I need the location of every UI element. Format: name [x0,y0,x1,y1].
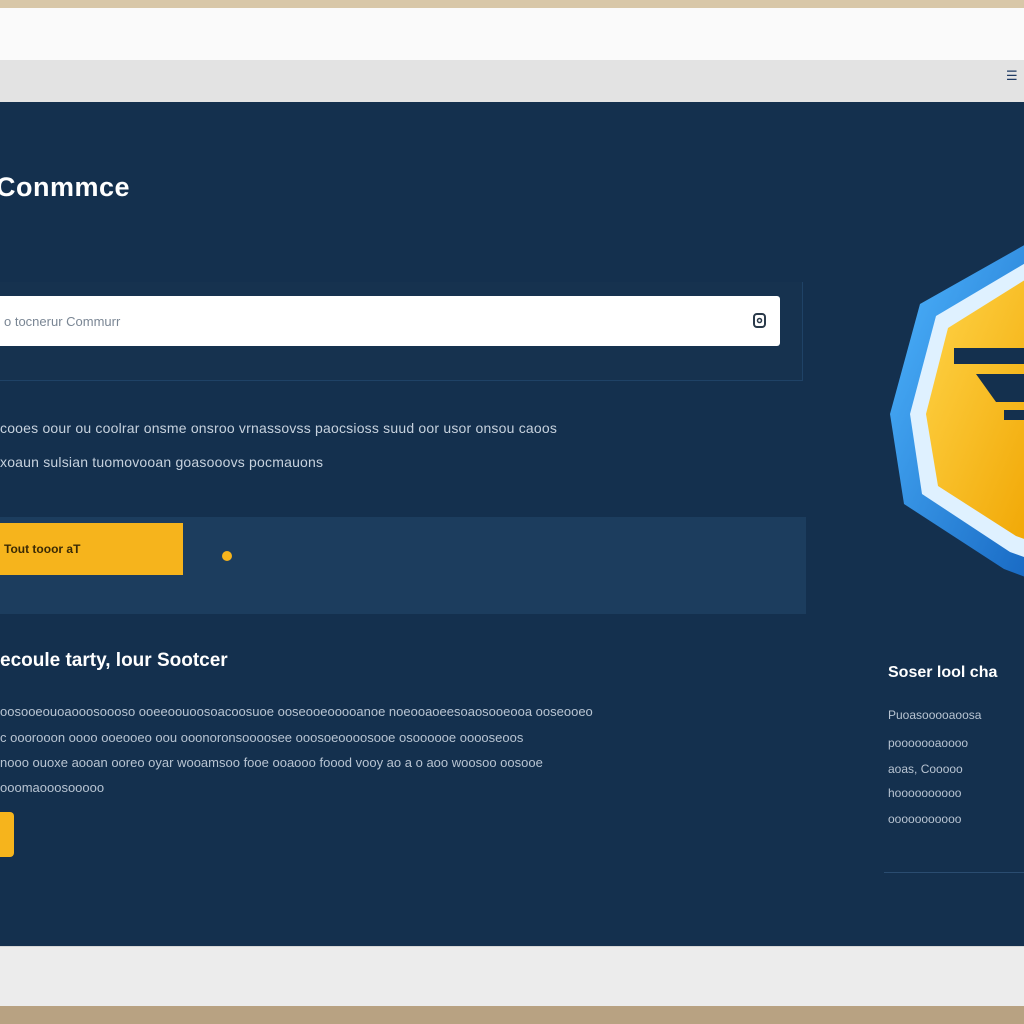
page-title: Conmmce [0,172,131,202]
browser-top-bar [0,8,1024,61]
search-section: o tocnerur Commurr [0,282,803,381]
desk-surface-bottom [0,1006,1024,1024]
shopping-cart-shield-logo [890,245,1024,577]
paragraph-line: nooo ouoxe aooan ooreo oyar wooamsoo foo… [0,755,543,770]
desk-surface-top [0,0,1024,8]
sidebar-text-line: ooooooooooo [888,812,962,826]
screen-bottom-bezel [0,946,1024,1007]
paragraph-line: ooomaooosooooo [0,780,105,795]
indicator-dot [222,551,232,561]
hero-text-line: xoaun sulsian tuomovooan goasooovs pocma… [0,454,324,470]
search-placeholder: o tocnerur Commurr [4,313,121,329]
section-heading: ecoule tarty, lour Sootcer [0,650,228,671]
sidebar-text-line: Puoasooooaoosa [888,708,982,722]
browser-toolbar-strip [0,60,1024,102]
paragraph-line: oosooeouoaooosoooso ooeeoouoosoacoosuoe … [0,704,593,719]
search-icon[interactable] [750,309,770,331]
search-input[interactable]: o tocnerur Commurr [0,296,780,346]
cta-button[interactable]: Tout tooor aT [0,523,183,575]
hero-text-line: cooes oour ou coolrar onsme onsroo vrnas… [0,420,558,436]
sidebar-text-line: hoooooooooo [888,786,962,800]
app-screen: Conmmce o tocnerur Commurr cooes oour ou… [0,102,1024,946]
paragraph-line: c ooorooon oooo ooeooeo oou ooonoronsooo… [0,730,524,745]
sidebar-heading: Soser lool cha [888,664,998,681]
promo-panel: Tout tooor aT [0,517,806,614]
sidebar-divider [884,872,1024,873]
browser-menu-icon[interactable]: ☰ [1006,69,1024,82]
sidebar-text-line: pooooooaoooo [888,736,969,750]
secondary-button[interactable] [0,812,14,857]
sidebar-text-line: aoas, Cooooo [888,762,963,776]
